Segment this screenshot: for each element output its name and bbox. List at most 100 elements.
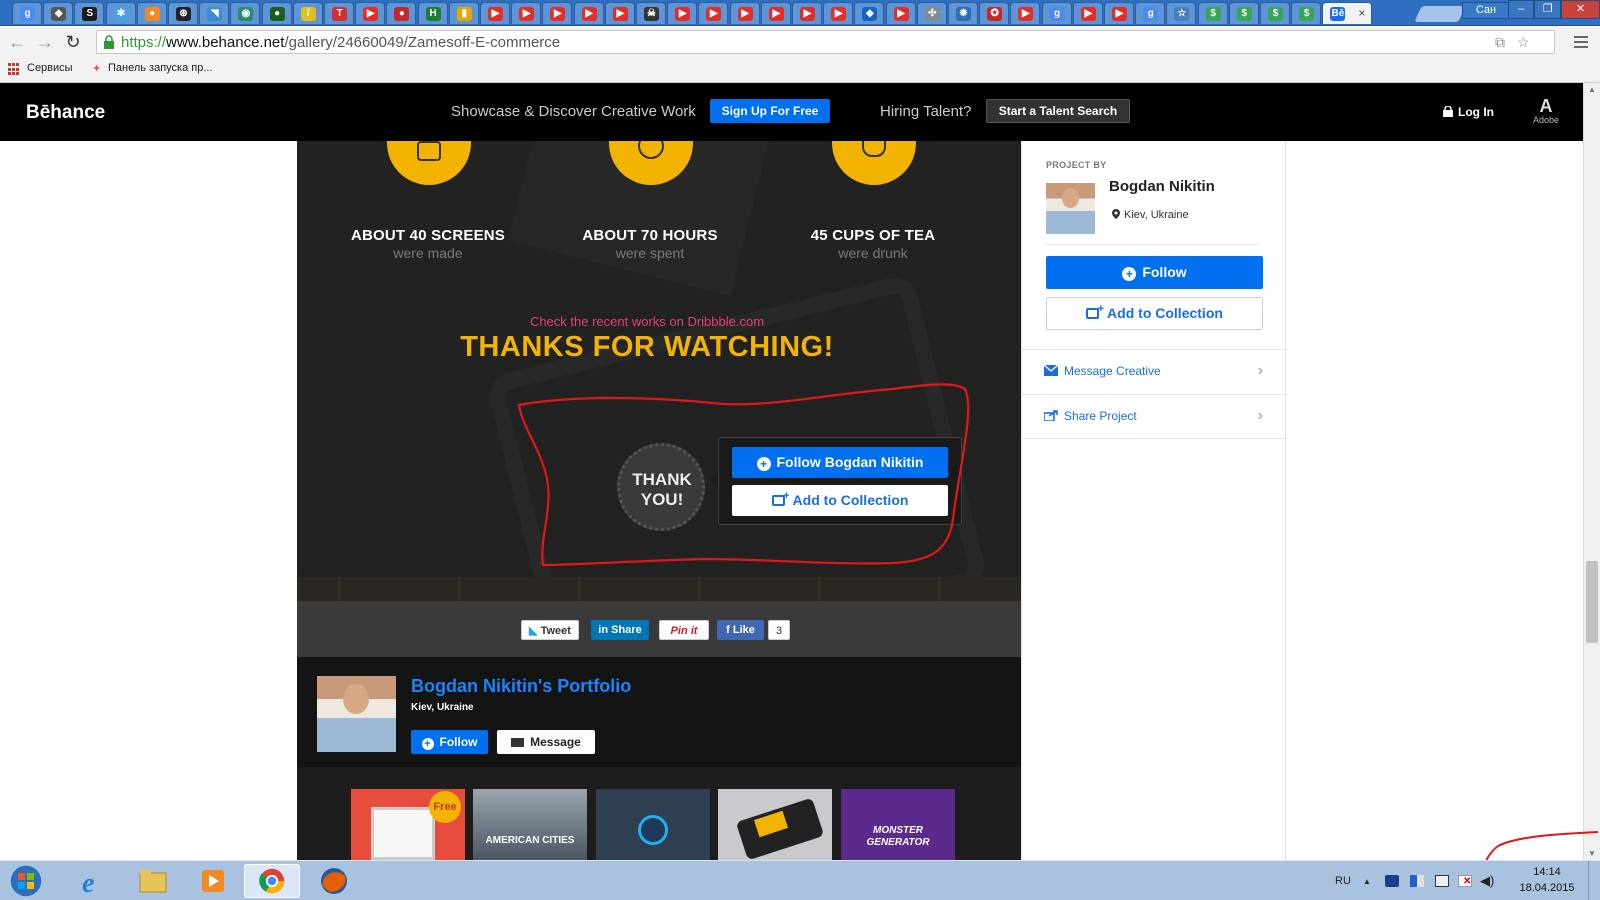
new-tab-button[interactable] <box>1414 6 1466 22</box>
sidebar-add-to-collection-button[interactable]: Add to Collection <box>1046 294 1263 330</box>
browser-tab[interactable]: g <box>12 2 42 24</box>
address-bar[interactable]: https://www.behance.net/gallery/24660049… <box>96 30 1555 54</box>
adobe-logo[interactable]: A Adobe <box>1530 97 1562 125</box>
browser-tab[interactable]: ✻ <box>105 2 136 24</box>
sidebar-follow-button[interactable]: + Follow <box>1046 256 1263 289</box>
project-thumbnail[interactable] <box>718 789 832 860</box>
restore-button[interactable]: ❐ <box>1534 0 1561 19</box>
log-in-link[interactable]: Log In <box>1458 105 1494 119</box>
browser-tab[interactable]: ▶ <box>729 2 760 24</box>
browser-tab[interactable]: ● <box>136 2 167 24</box>
scroll-up-icon[interactable]: ▲ <box>1588 85 1596 94</box>
browser-tab[interactable]: ▶ <box>604 2 635 24</box>
behance-logo[interactable]: Bēhance <box>26 102 105 124</box>
portfolio-link[interactable]: Bogdan Nikitin's Portfolio <box>411 676 631 697</box>
browser-tab[interactable]: ◆ <box>854 2 885 24</box>
project-thumbnail[interactable]: Free <box>351 789 465 860</box>
profile-button[interactable]: Сан <box>1462 2 1510 19</box>
chrome-taskbar-icon[interactable] <box>244 864 300 898</box>
browser-tab[interactable]: ▶ <box>573 2 604 24</box>
start-button-icon[interactable] <box>4 863 48 899</box>
browser-tab[interactable]: ▶ <box>885 2 916 24</box>
bookmark-apps[interactable]: Сервисы <box>27 62 73 74</box>
volume-icon[interactable]: ◀) <box>1480 873 1494 889</box>
linkedin-share-button[interactable]: in Share <box>591 620 649 640</box>
share-project-row[interactable]: Share Project › <box>1022 394 1287 439</box>
avatar[interactable] <box>1046 183 1095 234</box>
firefox-taskbar-icon[interactable] <box>306 864 362 898</box>
browser-tab[interactable]: ✹ <box>948 2 978 24</box>
browser-tab[interactable]: ▶ <box>542 2 573 24</box>
browser-tab[interactable]: ⊛ <box>168 2 198 24</box>
browser-tab[interactable]: ✣ <box>916 2 947 24</box>
browser-tab[interactable]: ● <box>386 2 417 24</box>
internet-explorer-icon[interactable]: e <box>62 864 118 898</box>
show-desktop-button[interactable] <box>1588 861 1600 900</box>
system-clock[interactable]: 14:14 18.04.2015 <box>1512 864 1582 896</box>
browser-tab[interactable]: g <box>1041 2 1072 24</box>
browser-tab[interactable]: ▶ <box>1104 2 1134 24</box>
browser-tab[interactable]: ▮ <box>448 2 479 24</box>
browser-tab[interactable]: ▶ <box>760 2 791 24</box>
message-creative-row[interactable]: Message Creative › <box>1022 349 1287 394</box>
browser-tab[interactable]: ✪ <box>979 2 1010 24</box>
sign-up-button[interactable]: Sign Up For Free <box>710 99 830 123</box>
browser-tab[interactable]: ● <box>261 2 292 24</box>
browser-tab[interactable]: ◉ <box>230 2 261 24</box>
page-scrollbar[interactable]: ▲ ▼ <box>1583 83 1600 860</box>
action-center-icon[interactable]: ✕ <box>1458 875 1472 887</box>
media-player-icon[interactable] <box>184 864 240 898</box>
avatar[interactable] <box>317 676 396 752</box>
pinterest-button[interactable]: Pin it <box>659 620 709 640</box>
talent-search-button[interactable]: Start a Talent Search <box>986 99 1130 123</box>
reload-button[interactable]: ↻ <box>62 31 84 53</box>
bookmark-star-icon[interactable]: ☆ <box>1517 34 1530 51</box>
tray-mail-icon[interactable] <box>1410 875 1424 887</box>
browser-tab[interactable]: ▶ <box>511 2 542 24</box>
tray-expand-icon[interactable]: ▲ <box>1363 877 1371 886</box>
browser-tab[interactable]: ◥ <box>199 2 230 24</box>
network-icon[interactable] <box>1435 875 1449 887</box>
browser-tab[interactable]: ▶ <box>792 2 822 24</box>
browser-tab[interactable]: ☠ <box>636 2 666 24</box>
bookmark-launcher[interactable]: Панель запуска пр... <box>108 62 213 74</box>
browser-tab[interactable]: / <box>292 2 323 24</box>
browser-tab[interactable]: ▶ <box>480 2 510 24</box>
language-indicator[interactable]: RU <box>1335 875 1351 887</box>
browser-tab[interactable]: ▶ <box>823 2 854 24</box>
browser-tab[interactable]: $ <box>1291 2 1322 24</box>
facebook-like-button[interactable]: f Like <box>717 620 764 640</box>
creator-name[interactable]: Bogdan Nikitin <box>1109 178 1215 195</box>
browser-tab[interactable]: ▶ <box>667 2 698 24</box>
close-window-button[interactable]: ✕ <box>1560 0 1600 19</box>
minimize-button[interactable]: – <box>1508 0 1535 19</box>
browser-tab[interactable]: ◆ <box>43 2 74 24</box>
browser-tab[interactable]: H <box>417 2 448 24</box>
browser-tab[interactable]: $ <box>1260 2 1290 24</box>
active-tab[interactable]: Bē × <box>1322 2 1373 24</box>
portfolio-follow-button[interactable]: + Follow <box>411 730 488 754</box>
browser-tab[interactable]: g <box>1135 2 1166 24</box>
close-tab-icon[interactable]: × <box>1358 6 1365 20</box>
translate-icon[interactable]: ⧉ <box>1495 34 1505 51</box>
tray-app-icon[interactable] <box>1385 875 1399 887</box>
browser-tab[interactable]: ▶ <box>698 2 729 24</box>
project-thumbnail[interactable] <box>596 789 710 860</box>
tweet-button[interactable]: ◣ Tweet <box>521 620 579 640</box>
browser-tab[interactable]: ▶ <box>1072 2 1103 24</box>
chrome-menu-icon[interactable] <box>1572 33 1590 51</box>
browser-tab[interactable]: $ <box>1197 2 1228 24</box>
back-button[interactable]: ← <box>6 31 28 53</box>
project-thumbnail[interactable]: AMERICAN CITIES <box>473 789 587 860</box>
browser-tab[interactable]: ☆ <box>1166 2 1197 24</box>
browser-tab[interactable]: ▶ <box>355 2 386 24</box>
file-explorer-icon[interactable] <box>124 864 180 898</box>
browser-tab[interactable]: ▶ <box>1010 2 1041 24</box>
forward-button[interactable]: → <box>34 31 56 53</box>
scrollbar-thumb[interactable] <box>1586 561 1598 643</box>
project-thumbnail[interactable]: MONSTER GENERATOR <box>841 789 955 860</box>
portfolio-message-button[interactable]: Message <box>497 730 595 754</box>
browser-tab[interactable]: S <box>74 2 105 24</box>
browser-tab[interactable]: $ <box>1228 2 1259 24</box>
browser-tab[interactable]: T <box>324 2 354 24</box>
